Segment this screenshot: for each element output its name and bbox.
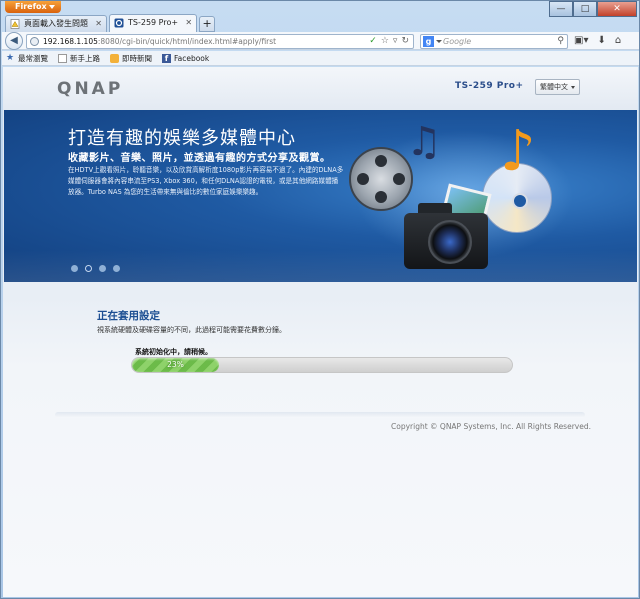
chevron-down-icon [571,86,575,89]
model-name: TS-259 Pro+ [455,81,524,91]
qnap-logo: QNAP [57,79,124,99]
progress-bar: 23% [131,357,513,373]
bookmark-star-icon[interactable]: ☆ [381,35,389,48]
bookmark-getting-started[interactable]: 新手上路 [58,53,100,64]
divider [55,412,585,418]
url-path: :8080/cgi-bin/quick/html/index.html#appl… [97,37,277,46]
tab-strip: 頁面載入發生問題 ✕ TS-259 Pro+ ✕ + [5,14,216,32]
title-bar: Firefox — □ ✕ 頁面載入發生問題 ✕ TS-259 Pro+ ✕ + [1,1,640,32]
banner-description: 在HDTV上觀看照片，聆聽音樂，以及欣賞高解析度1080p影片再容易不過了。內建… [68,166,344,196]
banner-subtitle: 收藏影片、音樂、照片，並透過有趣的方式分享及觀賞。 [68,153,331,164]
home-icon[interactable]: ⌂ [615,33,621,48]
bookmark-star-icon: ★ [6,52,15,63]
dropdown-icon[interactable]: ▿ [393,35,398,48]
download-arrow-icon[interactable]: ⬇ [597,33,605,48]
page-icon [58,53,67,63]
chevron-down-icon [49,5,55,9]
browser-window: Firefox — □ ✕ 頁面載入發生問題 ✕ TS-259 Pro+ ✕ +… [0,0,640,599]
google-engine-icon[interactable]: g [423,36,434,47]
slide-dot[interactable] [99,265,106,272]
rss-feed-icon [110,53,119,63]
apply-title: 正在套用設定 [97,310,160,322]
engine-dropdown-icon[interactable] [436,40,442,43]
slide-indicators [71,265,120,272]
music-note-icon: ♫ [406,119,442,165]
bookmarks-bar: ★ 最常瀏覽 新手上路 即時新聞 f Facebook [2,51,639,66]
back-arrow-icon[interactable]: ◀ [5,32,23,50]
tab-load-error[interactable]: 頁面載入發生問題 ✕ [5,15,107,32]
slide-dot-active[interactable] [85,265,92,272]
apply-description: 視系統硬體及硬碟容量的不同，此過程可能需要花費數分鐘。 [97,326,286,334]
firefox-menu-button[interactable]: Firefox [5,1,61,13]
bookmark-news[interactable]: 即時新聞 [110,53,152,64]
tab-label: 頁面載入發生問題 [24,19,88,28]
minimize-icon[interactable]: — [549,1,573,17]
slide-dot[interactable] [71,265,78,272]
window-controls: — □ ✕ [549,1,637,17]
page-content: QNAP TS-259 Pro+ 繁體中文 打造有趣的娛樂多媒體中心 收藏影片、… [3,67,638,597]
maximize-icon[interactable]: □ [573,1,597,17]
qnap-favicon-icon [114,18,124,28]
url-host: 192.168.1.105 [43,37,98,46]
tab-ts259[interactable]: TS-259 Pro+ ✕ [109,14,198,32]
close-tab-icon[interactable]: ✕ [185,19,192,27]
address-bar[interactable]: 192.168.1.105:8080/cgi-bin/quick/html/in… [26,34,414,49]
tab-label: TS-259 Pro+ [128,18,179,27]
close-window-icon[interactable]: ✕ [597,1,637,17]
url-text: 192.168.1.105:8080/cgi-bin/quick/html/in… [43,36,276,48]
music-note-icon: ♪ [500,119,536,184]
language-value: 繁體中文 [540,83,568,91]
magnifier-icon[interactable]: ⚲ [557,35,564,48]
bookmark-label: 最常瀏覽 [18,53,48,63]
bookmark-label: 新手上路 [70,53,100,63]
navigation-bar: ◀ 192.168.1.105:8080/cgi-bin/quick/html/… [2,32,639,50]
new-tab-button[interactable]: + [199,16,216,32]
banner-title: 打造有趣的娛樂多媒體中心 [68,128,296,149]
bookmark-most-visited[interactable]: ★ 最常瀏覽 [6,53,48,64]
reload-icon[interactable]: ↻ [401,35,409,48]
close-tab-icon[interactable]: ✕ [95,20,102,28]
status-label: 系統初始化中，請稍候。 [135,348,212,356]
feature-banner: 打造有趣的娛樂多媒體中心 收藏影片、音樂、照片，並透過有趣的方式分享及觀賞。 在… [4,110,637,282]
film-reel-icon [349,147,413,211]
search-placeholder: Google [443,37,472,46]
search-bar[interactable]: g Google ⚲ [420,34,568,49]
slide-dot[interactable] [113,265,120,272]
globe-icon [30,37,39,46]
check-icon[interactable]: ✓ [369,35,377,48]
warning-page-icon [10,19,20,29]
language-select[interactable]: 繁體中文 [535,79,580,95]
url-actions: ✓ ☆ ▿ ↻ [369,35,409,48]
bookmark-label: 即時新聞 [122,53,152,63]
facebook-icon: f [162,53,171,63]
bookmark-facebook[interactable]: f Facebook [162,53,210,63]
firefox-menu-label: Firefox [15,2,47,11]
progress-fill: 23% [132,358,219,372]
camera-lens-icon [428,220,472,264]
copyright: Copyright © QNAP Systems, Inc. All Right… [391,422,591,431]
screenshot-icon[interactable]: ▣▾ [574,33,588,48]
progress-text: 23% [167,360,184,369]
toolbar-icons: ▣▾ ⬇ ⌂ [574,33,621,48]
bookmark-label: Facebook [174,53,210,63]
